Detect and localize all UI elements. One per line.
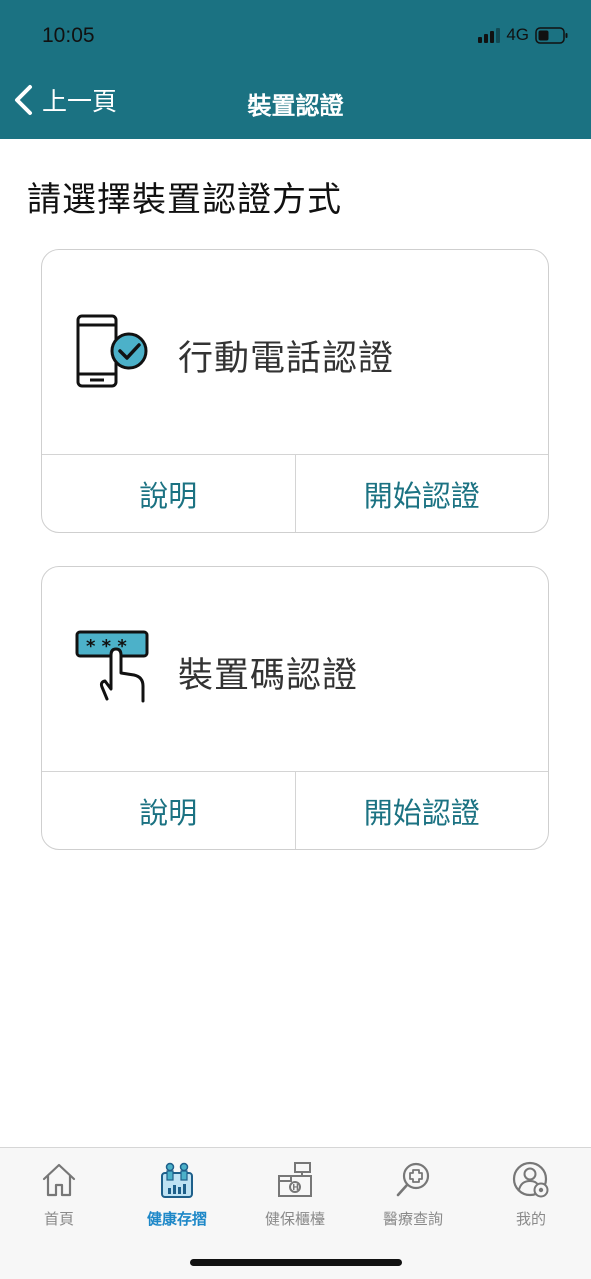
- tab-label: 醫療查詢: [382, 1210, 443, 1228]
- card-header: 行動電話認證: [42, 250, 548, 454]
- info-button[interactable]: 說明: [42, 455, 295, 532]
- card-label: 行動電話認證: [178, 339, 395, 379]
- card-header: * * * 裝置碼認證: [42, 567, 548, 771]
- start-verification-button[interactable]: 開始認證: [294, 772, 549, 849]
- info-button[interactable]: 說明: [42, 772, 295, 849]
- password-touch-icon: * * *: [75, 630, 149, 703]
- top-bar: 10:05 4G 上一頁 裝置認證: [0, 0, 591, 139]
- start-verification-button[interactable]: 開始認證: [294, 455, 549, 532]
- card-actions: 說明 開始認證: [42, 771, 548, 849]
- tab-label: 我的: [515, 1210, 546, 1228]
- status-time: 10:05: [42, 24, 95, 47]
- tab-counter[interactable]: H 健保櫃檯: [236, 1160, 354, 1229]
- page-heading: 請選擇裝置認證方式: [27, 180, 342, 220]
- status-indicators: 4G: [478, 25, 569, 45]
- counter-icon: H: [278, 1162, 312, 1197]
- home-indicator: [190, 1259, 402, 1266]
- phone-verification-card: 行動電話認證 說明 開始認證: [41, 249, 549, 533]
- device-code-verification-card: * * * 裝置碼認證 說明 開始認證: [41, 566, 549, 850]
- nav-title: 裝置認證: [247, 92, 344, 120]
- medical-search-icon: [396, 1162, 430, 1197]
- battery-icon: [535, 26, 568, 44]
- network-type: 4G: [506, 25, 529, 44]
- tab-profile[interactable]: 我的: [472, 1160, 590, 1229]
- home-icon: [42, 1163, 76, 1197]
- tab-label: 健康存摺: [146, 1210, 207, 1228]
- svg-text:H: H: [292, 1183, 299, 1192]
- tab-label: 健保櫃檯: [264, 1210, 325, 1228]
- card-label: 裝置碼認證: [178, 656, 359, 696]
- signal-icon: [478, 27, 501, 43]
- profile-settings-icon: [512, 1161, 549, 1198]
- tab-health-passbook[interactable]: 健康存摺: [118, 1160, 236, 1229]
- tab-home[interactable]: 首頁: [0, 1160, 118, 1229]
- phone-check-icon: [76, 314, 148, 388]
- health-passbook-icon: [161, 1162, 193, 1198]
- tab-label: 首頁: [43, 1210, 74, 1228]
- tab-medical-search[interactable]: 醫療查詢: [354, 1160, 472, 1229]
- card-actions: 說明 開始認證: [42, 454, 548, 532]
